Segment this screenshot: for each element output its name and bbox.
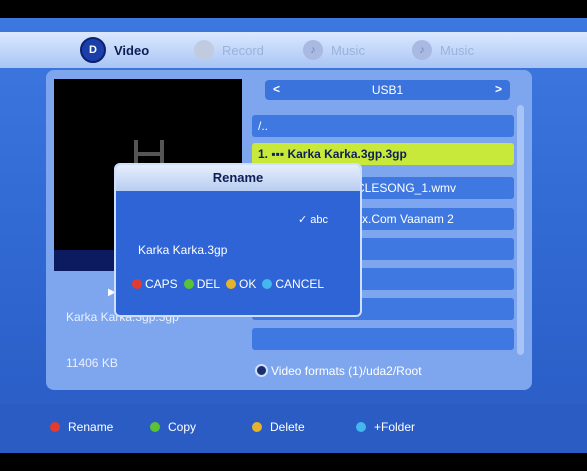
list-item-label: 1. ▪▪▪ Karka Karka.3gp.3gp bbox=[258, 147, 407, 161]
yellow-key-icon bbox=[226, 279, 237, 289]
next-device-button[interactable]: > bbox=[495, 82, 502, 96]
input-mode-indicator: ✓ abc bbox=[298, 213, 328, 226]
caps-button-label: CAPS bbox=[145, 277, 178, 291]
green-key-icon bbox=[183, 279, 194, 289]
tab-record[interactable]: Record bbox=[194, 38, 264, 62]
tab-music-2[interactable]: ♪ Music bbox=[412, 38, 474, 62]
new-folder-action-label: +Folder bbox=[374, 420, 416, 434]
tab-music-1-label: Music bbox=[331, 42, 365, 58]
del-button-label: DEL bbox=[196, 277, 221, 291]
new-folder-action[interactable]: +Folder bbox=[356, 420, 415, 434]
dialog-title: Rename bbox=[116, 165, 360, 191]
blue-key-icon bbox=[262, 279, 273, 289]
list-item[interactable]: /.. bbox=[252, 115, 514, 137]
tab-music-2-label: Music bbox=[440, 42, 474, 58]
yellow-key-icon bbox=[252, 422, 262, 432]
folder-dot-icon bbox=[255, 364, 268, 377]
list-item-label: /.. bbox=[258, 119, 269, 133]
ok-button-label: OK bbox=[239, 277, 257, 291]
delete-action-label: Delete bbox=[270, 420, 305, 434]
green-key-icon bbox=[150, 422, 160, 432]
video-icon: D bbox=[80, 37, 106, 63]
copy-action[interactable]: Copy bbox=[150, 420, 196, 434]
pencil-icon: ✓ bbox=[298, 214, 308, 226]
list-item-label: sx.Com Vaanam 2 bbox=[356, 212, 454, 226]
current-path: Video formats (1)/uda2/Root bbox=[255, 364, 422, 378]
del-button[interactable]: DEL bbox=[183, 277, 221, 291]
list-item-label: CLESONG_1.wmv bbox=[356, 181, 457, 195]
list-item-selected[interactable]: 1. ▪▪▪ Karka Karka.3gp.3gp bbox=[252, 143, 514, 165]
list-scrollbar[interactable] bbox=[517, 105, 524, 355]
list-item[interactable] bbox=[252, 328, 514, 350]
blue-key-icon bbox=[356, 422, 366, 432]
record-icon bbox=[194, 40, 214, 60]
cancel-button-label: CANCEL bbox=[275, 277, 325, 291]
cancel-button[interactable]: CANCEL bbox=[262, 277, 324, 291]
preview-filesize: 11406 KB bbox=[66, 356, 118, 370]
tab-music-1[interactable]: ♪ Music bbox=[303, 38, 365, 62]
bottom-action-bar: Rename Copy Delete +Folder bbox=[0, 404, 587, 453]
tab-video[interactable]: D Video bbox=[80, 37, 150, 63]
rename-action[interactable]: Rename bbox=[50, 420, 113, 434]
device-header: < USB1 > bbox=[265, 80, 510, 100]
delete-action[interactable]: Delete bbox=[252, 420, 305, 434]
red-key-icon bbox=[50, 422, 60, 432]
tab-record-label: Record bbox=[222, 42, 264, 58]
tab-video-label: Video bbox=[114, 42, 150, 58]
device-name: USB1 bbox=[371, 83, 404, 97]
caps-button[interactable]: CAPS bbox=[132, 277, 178, 291]
music-note-icon: ♪ bbox=[303, 40, 323, 60]
tab-bar: D Video Record ♪ Music ♪ Music bbox=[0, 32, 587, 68]
rename-action-label: Rename bbox=[68, 420, 114, 434]
music-note-icon: ♪ bbox=[412, 40, 432, 60]
copy-action-label: Copy bbox=[168, 420, 197, 434]
rename-input[interactable]: Karka Karka.3gp bbox=[138, 243, 227, 257]
path-text: Video formats (1)/uda2/Root bbox=[271, 364, 422, 378]
dialog-buttons: CAPS DEL OK CANCEL bbox=[132, 277, 324, 291]
input-mode-label: abc bbox=[310, 214, 329, 226]
ok-button[interactable]: OK bbox=[226, 277, 256, 291]
red-key-icon bbox=[132, 279, 142, 289]
rename-dialog: Rename ✓ abc Karka Karka.3gp CAPS DEL OK… bbox=[114, 163, 362, 317]
